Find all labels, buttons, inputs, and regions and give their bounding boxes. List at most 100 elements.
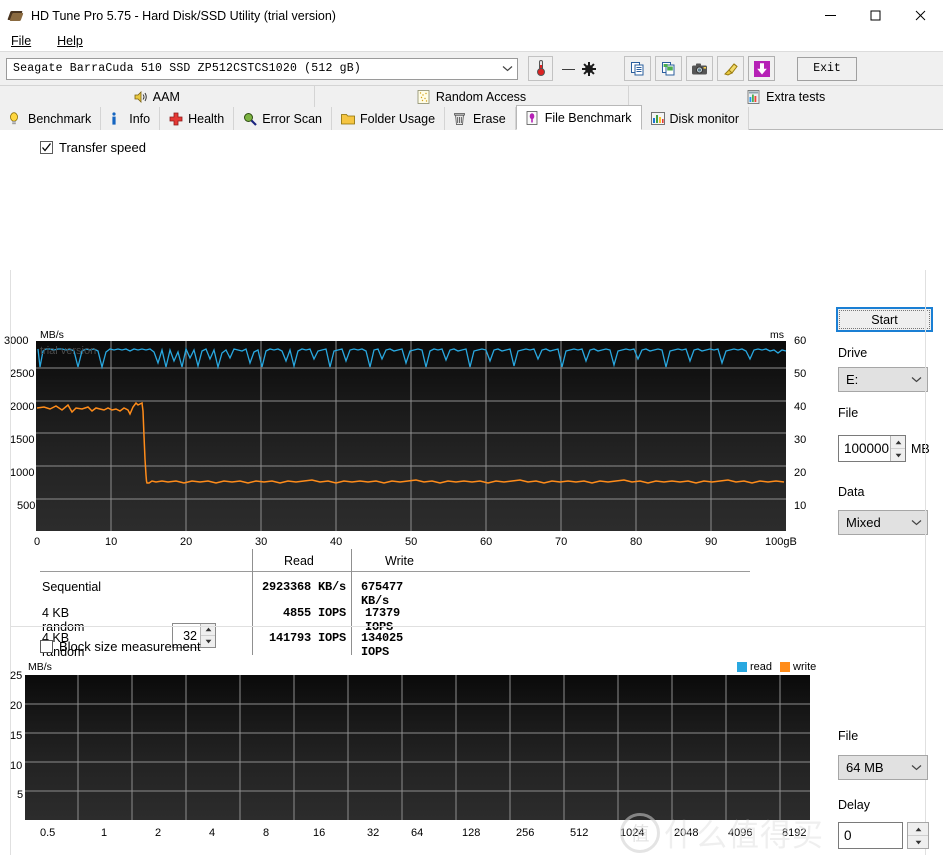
results-col-write: Write <box>385 554 414 568</box>
tab-extra-tests[interactable]: Extra tests <box>629 86 943 107</box>
delay-label: Delay <box>838 798 870 812</box>
tab-error-scan[interactable]: Error Scan <box>234 107 332 130</box>
chart2-xtick-12: 2048 <box>674 827 699 839</box>
chart1-y2tick-20: 20 <box>794 467 807 479</box>
tab-folder-usage-label: Folder Usage <box>359 111 436 126</box>
block-size-checkbox[interactable] <box>40 640 53 653</box>
drive-select[interactable]: Seagate BarraCuda 510 SSD ZP512CSTCS1020… <box>6 57 518 80</box>
chart2-xtick-11: 1024 <box>620 827 645 839</box>
gear-icon[interactable] <box>582 61 596 76</box>
toolbar: Seagate BarraCuda 510 SSD ZP512CSTCS1020… <box>0 51 943 85</box>
tab-file-benchmark-label: File Benchmark <box>544 110 632 125</box>
chart2-xtick-10: 512 <box>570 827 589 839</box>
chart1-xtick-40: 40 <box>330 536 343 548</box>
toolbar-actions <box>624 56 775 81</box>
maximize-button[interactable] <box>853 0 898 31</box>
file-size-value: 100000 <box>844 441 890 456</box>
chart1-xtick-30: 30 <box>255 536 268 548</box>
chart1-ytick-1500: 1500 <box>10 434 35 446</box>
file-size-up-button[interactable] <box>891 436 905 449</box>
brush-icon[interactable] <box>717 56 744 81</box>
tab-random-access[interactable]: Random Access <box>314 86 630 107</box>
results-row-2-write: 134025 IOPS <box>361 631 404 659</box>
results-row-0-read: 2923368 KB/s <box>262 580 347 594</box>
block-size-label: Block size measurement <box>59 639 201 654</box>
tab-folder-usage[interactable]: Folder Usage <box>331 107 446 130</box>
tab-file-benchmark[interactable]: File Benchmark <box>515 105 642 130</box>
delay-stepper-buttons[interactable] <box>907 822 929 849</box>
results-header-rule <box>40 571 750 572</box>
tab-benchmark[interactable]: Benchmark <box>0 107 102 130</box>
close-button[interactable] <box>898 0 943 31</box>
transfer-speed-checkbox[interactable] <box>40 141 53 154</box>
chart1-xtick-50: 50 <box>405 536 418 548</box>
results-row-1-write: 17379 IOPS <box>365 606 401 634</box>
legend-read-swatch <box>737 662 747 672</box>
trial-version-watermark: trial version <box>40 345 97 357</box>
legend-write-label: write <box>793 661 817 673</box>
results-col-read: Read <box>284 554 314 568</box>
file-size-stepper[interactable] <box>890 436 905 461</box>
transfer-speed-checkbox-row[interactable]: Transfer speed <box>0 130 943 155</box>
drive-label: Drive <box>838 346 868 360</box>
chart1-ytick-3000: 3000 <box>4 335 29 347</box>
chart2-xtick-2: 2 <box>155 827 162 839</box>
camera-icon[interactable] <box>686 56 713 81</box>
file-size-down-button[interactable] <box>891 449 905 461</box>
menu-help[interactable]: Help <box>52 33 88 49</box>
queue-depth-buttons[interactable] <box>200 624 215 647</box>
chart2-xtick-3: 4 <box>209 827 216 839</box>
results-divider-1 <box>252 549 253 655</box>
chart2-ytick-10: 10 <box>10 760 23 772</box>
tab-row-bottom: Benchmark Info Health Error Scan Folder … <box>0 105 943 130</box>
block-file-value: 64 MB <box>846 760 884 775</box>
block-size-checkbox-row[interactable]: Block size measurement <box>40 639 201 654</box>
copy-image-icon[interactable] <box>655 56 682 81</box>
data-pattern-label: Data <box>838 485 865 499</box>
chart2-xtick-14: 8192 <box>782 827 807 839</box>
delay-down-button[interactable] <box>908 836 928 848</box>
chart2-ytick-25: 25 <box>10 670 23 682</box>
drive-letter-select[interactable]: E: <box>838 367 928 392</box>
app-icon <box>7 8 24 24</box>
extra-tests-icon <box>747 89 761 104</box>
temperature-button[interactable] <box>528 56 553 81</box>
tab-error-scan-label: Error Scan <box>262 111 322 126</box>
chart2-ylabel: MB/s <box>28 661 52 673</box>
tab-health[interactable]: Health <box>160 107 235 130</box>
file-benchmark-icon <box>526 110 540 125</box>
chart1-xtick-0: 0 <box>34 536 41 548</box>
tab-aam-label: AAM <box>152 89 180 104</box>
download-icon[interactable] <box>748 56 775 81</box>
chart2-xtick-1: 1 <box>101 827 108 839</box>
magnifier-icon <box>243 112 258 126</box>
chart1-y2tick-60: 60 <box>794 335 807 347</box>
file-size-input[interactable]: 100000 <box>838 435 906 462</box>
chart1-y2tick-50: 50 <box>794 368 807 380</box>
copy-icon[interactable] <box>624 56 651 81</box>
menu-file[interactable]: File <box>6 33 36 49</box>
delay-stepper[interactable] <box>907 822 929 849</box>
data-pattern-value: Mixed <box>846 515 881 530</box>
results-divider-2 <box>351 549 352 655</box>
tab-row-top: AAM Random Access Extra tests <box>0 85 943 107</box>
start-button[interactable]: Start <box>836 307 933 332</box>
delay-input[interactable]: 0 <box>838 822 903 849</box>
queue-depth-down-button[interactable] <box>201 636 215 647</box>
tab-disk-monitor[interactable]: Disk monitor <box>641 107 749 130</box>
chevron-down-icon <box>908 514 924 532</box>
tab-aam[interactable]: AAM <box>0 86 315 107</box>
temperature-value: — <box>562 61 575 76</box>
chart1-ytick-2000: 2000 <box>10 401 35 413</box>
delay-up-button[interactable] <box>908 823 928 836</box>
chart1-y2tick-30: 30 <box>794 434 807 446</box>
tab-erase[interactable]: Erase <box>445 107 516 130</box>
minimize-button[interactable] <box>808 0 853 31</box>
data-pattern-select[interactable]: Mixed <box>838 510 928 535</box>
legend-read-label: read <box>750 661 773 673</box>
block-file-select[interactable]: 64 MB <box>838 755 928 780</box>
results-row-0-write: 675477 KB/s <box>361 580 404 608</box>
tab-info[interactable]: Info <box>101 107 161 130</box>
exit-button[interactable]: Exit <box>797 56 857 81</box>
chart1-xtick-80: 80 <box>630 536 643 548</box>
